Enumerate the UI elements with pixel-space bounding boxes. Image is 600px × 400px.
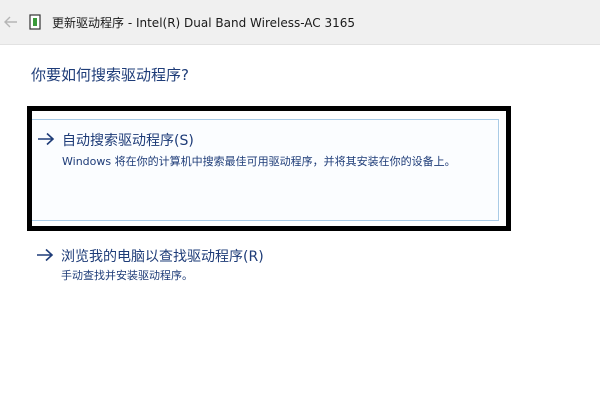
title-bar: 更新驱动程序 - Intel(R) Dual Band Wireless-AC … <box>0 0 600 45</box>
browse-computer-option[interactable]: 浏览我的电脑以查找驱动程序(R) 手动查找并安装驱动程序。 <box>30 240 499 286</box>
back-arrow-icon[interactable] <box>4 15 18 29</box>
page-heading: 你要如何搜索驱动程序? <box>31 66 189 84</box>
window-title: 更新驱动程序 - Intel(R) Dual Band Wireless-AC … <box>52 16 356 30</box>
browse-computer-label: 浏览我的电脑以查找驱动程序(R) <box>61 249 264 265</box>
right-arrow-icon <box>37 248 54 262</box>
update-driver-window: 更新驱动程序 - Intel(R) Dual Band Wireless-AC … <box>0 0 600 400</box>
browse-computer-description: 手动查找并安装驱动程序。 <box>61 269 193 282</box>
highlight-annotation-frame <box>27 106 511 231</box>
device-icon <box>29 14 41 30</box>
